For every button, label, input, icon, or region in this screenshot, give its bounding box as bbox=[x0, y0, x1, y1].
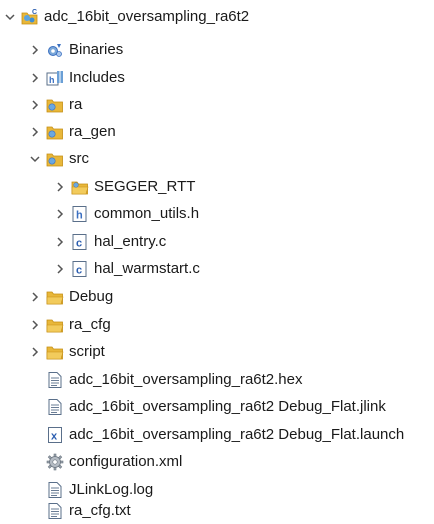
chevron-right-icon[interactable] bbox=[30, 286, 40, 308]
svg-text:x: x bbox=[51, 431, 58, 443]
tree-item-common-utils-h[interactable]: h common_utils.h bbox=[55, 203, 199, 225]
chevron-right-icon[interactable] bbox=[55, 203, 65, 225]
tree-item-label: Debug bbox=[69, 288, 114, 305]
tree-item-hal-entry-c[interactable]: c hal_entry.c bbox=[55, 231, 166, 253]
tree-item-hex-file[interactable]: adc_16bit_oversampling_ra6t2.hex bbox=[46, 369, 303, 391]
tree-item-ra-cfg[interactable]: ra_cfg bbox=[30, 314, 111, 336]
chevron-down-icon[interactable] bbox=[5, 6, 15, 28]
text-file-icon bbox=[46, 398, 64, 416]
tree-item-jlinklog[interactable]: JLinkLog.log bbox=[46, 479, 153, 501]
tree-item-segger-rtt[interactable]: SEGGER_RTT bbox=[55, 176, 195, 198]
folder-icon bbox=[46, 288, 64, 306]
gear-icon bbox=[46, 453, 64, 471]
tree-item-jlink-file[interactable]: adc_16bit_oversampling_ra6t2 Debug_Flat.… bbox=[46, 396, 386, 418]
tree-item-launch-file[interactable]: x adc_16bit_oversampling_ra6t2 Debug_Fla… bbox=[46, 424, 404, 446]
tree-item-label: adc_16bit_oversampling_ra6t2 bbox=[44, 8, 250, 25]
chevron-right-icon[interactable] bbox=[30, 341, 40, 363]
tree-item-includes[interactable]: h Includes bbox=[30, 67, 125, 89]
tree-item-label: ra_cfg bbox=[69, 316, 111, 333]
binaries-icon bbox=[46, 41, 64, 59]
tree-item-debug[interactable]: Debug bbox=[30, 286, 113, 308]
tree-item-root-project[interactable]: C adc_16bit_oversampling_ra6t2 bbox=[5, 6, 249, 28]
c-file-icon: c bbox=[71, 260, 89, 278]
chevron-right-icon[interactable] bbox=[30, 94, 40, 116]
h-file-icon: h bbox=[71, 205, 89, 223]
folder-icon bbox=[46, 316, 64, 334]
folder-icon bbox=[46, 343, 64, 361]
tree-item-ra[interactable]: ra bbox=[30, 94, 82, 116]
tree-item-label: hal_warmstart.c bbox=[94, 260, 200, 277]
tree-item-src[interactable]: src bbox=[30, 148, 89, 170]
tree-item-ra-gen[interactable]: ra_gen bbox=[30, 121, 116, 143]
tree-item-ra-cfg-txt[interactable]: ra_cfg.txt bbox=[46, 500, 131, 522]
launch-file-icon: x bbox=[46, 426, 64, 444]
text-file-icon bbox=[46, 502, 64, 520]
tree-item-label: script bbox=[69, 343, 105, 360]
tree-item-label: adc_16bit_oversampling_ra6t2 Debug_Flat.… bbox=[69, 426, 405, 443]
text-file-icon bbox=[46, 481, 64, 499]
source-folder-icon bbox=[46, 96, 64, 114]
tree-item-label: SEGGER_RTT bbox=[94, 178, 196, 195]
project-explorer-tree: C adc_16bit_oversampling_ra6t2 Binaries bbox=[0, 0, 434, 524]
chevron-right-icon[interactable] bbox=[30, 67, 40, 89]
tree-item-label: ra bbox=[69, 96, 83, 113]
chevron-right-icon[interactable] bbox=[55, 176, 65, 198]
c-project-icon: C bbox=[21, 8, 39, 26]
tree-item-label: src bbox=[69, 150, 89, 167]
svg-text:C: C bbox=[32, 9, 37, 16]
source-folder-icon bbox=[71, 178, 89, 196]
chevron-down-icon[interactable] bbox=[30, 148, 40, 170]
source-folder-icon bbox=[46, 123, 64, 141]
svg-text:h: h bbox=[49, 75, 55, 85]
svg-text:c: c bbox=[76, 238, 82, 250]
tree-item-script[interactable]: script bbox=[30, 341, 105, 363]
source-folder-icon bbox=[46, 150, 64, 168]
tree-item-label: ra_gen bbox=[69, 123, 116, 140]
tree-item-configuration-xml[interactable]: configuration.xml bbox=[46, 451, 182, 473]
tree-item-label: adc_16bit_oversampling_ra6t2.hex bbox=[69, 371, 303, 388]
chevron-right-icon[interactable] bbox=[30, 314, 40, 336]
chevron-right-icon[interactable] bbox=[30, 121, 40, 143]
tree-item-label: hal_entry.c bbox=[94, 233, 167, 250]
tree-item-hal-warmstart-c[interactable]: c hal_warmstart.c bbox=[55, 258, 200, 280]
tree-item-label: JLinkLog.log bbox=[69, 481, 154, 498]
text-file-icon bbox=[46, 371, 64, 389]
tree-item-label: ra_cfg.txt bbox=[69, 502, 131, 519]
tree-item-label: configuration.xml bbox=[69, 453, 183, 470]
svg-text:c: c bbox=[76, 265, 82, 277]
tree-item-label: Binaries bbox=[69, 41, 124, 58]
c-file-icon: c bbox=[71, 233, 89, 251]
tree-item-binaries[interactable]: Binaries bbox=[30, 39, 123, 61]
chevron-right-icon[interactable] bbox=[30, 39, 40, 61]
tree-item-label: common_utils.h bbox=[94, 205, 200, 222]
tree-item-label: Includes bbox=[69, 69, 125, 86]
includes-icon: h bbox=[46, 69, 64, 87]
chevron-right-icon[interactable] bbox=[55, 231, 65, 253]
tree-item-label: adc_16bit_oversampling_ra6t2 Debug_Flat.… bbox=[69, 398, 386, 415]
svg-text:h: h bbox=[76, 210, 83, 222]
chevron-right-icon[interactable] bbox=[55, 258, 65, 280]
